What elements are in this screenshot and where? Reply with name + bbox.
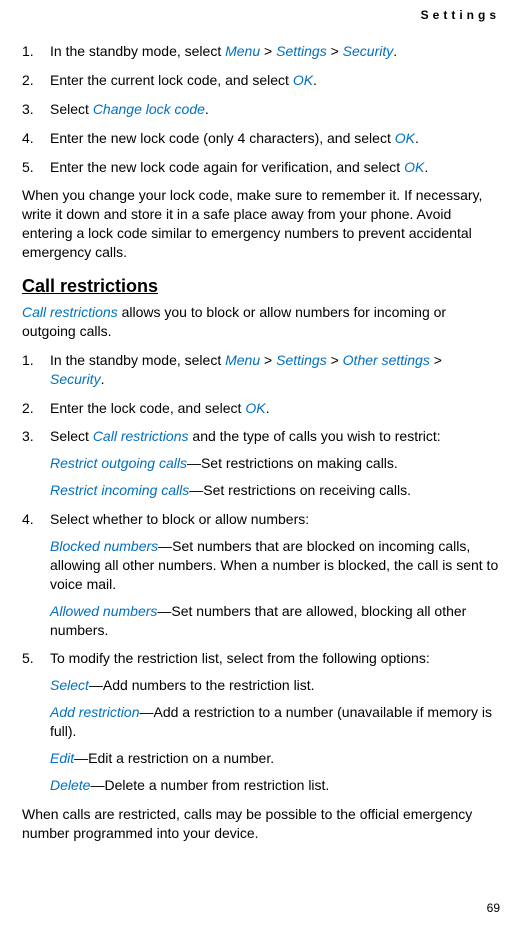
sep: > [260, 43, 276, 59]
option-rest: —Edit a restriction on a number. [74, 750, 274, 766]
step-text: . [205, 101, 209, 117]
lead-term: Call restrictions [22, 304, 118, 320]
list-item: Select Change lock code. [22, 100, 500, 119]
step-text: Enter the new lock code again for verifi… [50, 159, 404, 175]
option-term: Delete [50, 777, 90, 793]
list-item: Enter the current lock code, and select … [22, 71, 500, 90]
option-term: Add restriction [50, 704, 139, 720]
menu-ref: OK [395, 130, 415, 146]
step-text: and the type of calls you wish to restri… [189, 428, 441, 444]
list-item: Select Call restrictions and the type of… [22, 427, 500, 500]
menu-ref: Settings [276, 352, 327, 368]
step-text: Enter the new lock code (only 4 characte… [50, 130, 395, 146]
step-text: . [101, 371, 105, 387]
step-text: Enter the lock code, and select [50, 400, 245, 416]
page-content: In the standby mode, select Menu > Setti… [22, 18, 500, 843]
step-text: Select whether to block or allow numbers… [50, 511, 309, 527]
menu-ref: Change lock code [93, 101, 205, 117]
menu-ref: Settings [276, 43, 327, 59]
menu-ref: Call restrictions [93, 428, 189, 444]
step-text: Enter the current lock code, and select [50, 72, 293, 88]
sep: > [327, 352, 343, 368]
list-item: Enter the lock code, and select OK. [22, 399, 500, 418]
option-rest: —Delete a number from restriction list. [90, 777, 329, 793]
option-term: Select [50, 677, 89, 693]
option-rest: —Set restrictions on making calls. [187, 455, 398, 471]
sub-option: Edit—Edit a restriction on a number. [50, 749, 500, 768]
list-item: In the standby mode, select Menu > Setti… [22, 351, 500, 389]
sub-option: Delete—Delete a number from restriction … [50, 776, 500, 795]
intro-steps: In the standby mode, select Menu > Setti… [22, 42, 500, 176]
sep: > [430, 352, 442, 368]
main-steps: In the standby mode, select Menu > Setti… [22, 351, 500, 795]
step-text: . [393, 43, 397, 59]
menu-ref: Menu [225, 43, 260, 59]
sub-option: Restrict incoming calls—Set restrictions… [50, 481, 500, 500]
option-term: Restrict outgoing calls [50, 455, 187, 471]
sub-option: Select—Add numbers to the restriction li… [50, 676, 500, 695]
menu-ref: OK [293, 72, 313, 88]
step-text: In the standby mode, select [50, 352, 225, 368]
section-heading: Call restrictions [22, 276, 500, 297]
outro-paragraph: When calls are restricted, calls may be … [22, 805, 500, 843]
option-rest: —Set restrictions on receiving calls. [189, 482, 411, 498]
sep: > [260, 352, 276, 368]
option-term: Allowed numbers [50, 603, 157, 619]
step-text: . [266, 400, 270, 416]
sep: > [327, 43, 343, 59]
intro-paragraph: When you change your lock code, make sur… [22, 186, 500, 262]
sub-option: Restrict outgoing calls—Set restrictions… [50, 454, 500, 473]
list-item: To modify the restriction list, select f… [22, 649, 500, 794]
option-term: Restrict incoming calls [50, 482, 189, 498]
step-text: Select [50, 428, 93, 444]
sub-option: Add restriction—Add a restriction to a n… [50, 703, 500, 741]
menu-ref: Menu [225, 352, 260, 368]
sub-option: Blocked numbers—Set numbers that are blo… [50, 537, 500, 594]
step-text: In the standby mode, select [50, 43, 225, 59]
step-text: . [415, 130, 419, 146]
list-item: Select whether to block or allow numbers… [22, 510, 500, 639]
option-term: Blocked numbers [50, 538, 158, 554]
list-item: Enter the new lock code again for verifi… [22, 158, 500, 177]
option-term: Edit [50, 750, 74, 766]
step-text: To modify the restriction list, select f… [50, 650, 430, 666]
menu-ref: OK [404, 159, 424, 175]
section-lead: Call restrictions allows you to block or… [22, 303, 500, 341]
step-text: . [313, 72, 317, 88]
menu-ref: Other settings [343, 352, 430, 368]
sub-option: Allowed numbers—Set numbers that are all… [50, 602, 500, 640]
list-item: Enter the new lock code (only 4 characte… [22, 129, 500, 148]
header-section: Settings [421, 8, 500, 22]
menu-ref: Security [50, 371, 101, 387]
list-item: In the standby mode, select Menu > Setti… [22, 42, 500, 61]
step-text: . [424, 159, 428, 175]
menu-ref: Security [343, 43, 394, 59]
option-rest: —Add numbers to the restriction list. [89, 677, 315, 693]
page-number: 69 [487, 901, 500, 915]
step-text: Select [50, 101, 93, 117]
menu-ref: OK [245, 400, 265, 416]
